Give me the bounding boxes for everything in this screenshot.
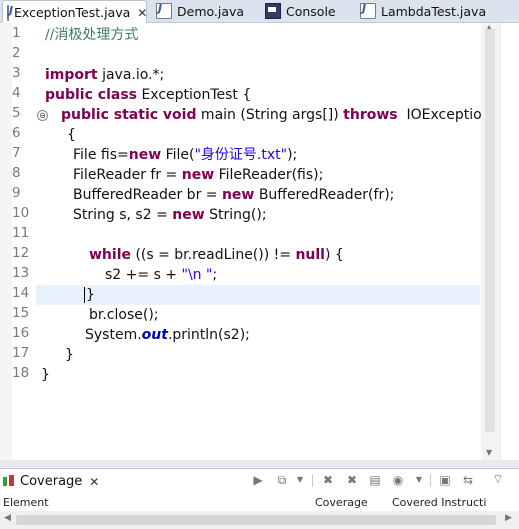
line-number: 3 [12, 65, 21, 81]
line-number: 18 [12, 365, 30, 381]
tab-label: ExceptionTest.java [14, 5, 131, 20]
column-header-covered-instructions[interactable]: Covered Instructi [392, 496, 492, 509]
chevron-down-icon[interactable]: ▼ [412, 473, 426, 487]
code-text-area[interactable]: //消极处理方式 import java.io.*; public class … [36, 23, 491, 460]
line-number: 4 [12, 85, 21, 101]
code-line: } [65, 347, 74, 363]
code-line: //消极处理方式 [45, 27, 139, 43]
code-line: public static void main (String args[]) … [61, 107, 491, 123]
collapse-all-icon[interactable]: ▣ [438, 473, 452, 487]
line-number: 10 [12, 205, 30, 221]
java-file-icon [7, 4, 13, 21]
line-number: 5 [12, 105, 21, 121]
java-file-icon [360, 2, 376, 19]
code-line: public class ExceptionTest { [45, 87, 252, 103]
scrollbar-thumb[interactable] [16, 515, 496, 525]
horizontal-scrollbar[interactable]: ◀ ▶ [0, 511, 519, 529]
column-header-coverage[interactable]: Coverage [315, 496, 373, 509]
column-header-element[interactable]: Element [3, 496, 49, 509]
dump-data-icon[interactable]: ◉ [391, 473, 405, 487]
line-number: 14 [12, 285, 30, 301]
remove-session-icon[interactable]: ✖ [321, 473, 335, 487]
code-line: br.close(); [89, 307, 159, 323]
tab-label: LambdaTest.java [381, 3, 487, 19]
text-caret [84, 287, 85, 303]
code-line: BufferedReader br = new BufferedReader(f… [73, 187, 395, 203]
toolbar-separator [312, 474, 313, 487]
relaunch-icon[interactable]: ▶ [251, 473, 265, 487]
code-line: { [67, 127, 76, 143]
line-number: 9 [12, 185, 21, 201]
session-dropdown-icon[interactable]: ⧉ [275, 473, 289, 487]
tab-console[interactable]: Console [265, 0, 336, 22]
line-number: 6 [12, 125, 21, 141]
remove-all-sessions-icon[interactable]: ✖ [345, 473, 359, 487]
tab-lambdatest-java[interactable]: LambdaTest.java [360, 0, 486, 22]
code-line: while ((s = br.readLine()) != null) { [89, 247, 344, 263]
scroll-left-icon[interactable]: ◀ [4, 513, 11, 523]
scrollbar-thumb[interactable] [485, 29, 495, 432]
tab-label: Console [286, 3, 336, 19]
annotation-ruler [0, 23, 12, 460]
close-icon[interactable]: ✕ [137, 6, 147, 20]
line-number: 13 [12, 265, 30, 281]
tab-exceptiontest-java[interactable]: ExceptionTest.java ✕ [2, 0, 147, 24]
coverage-table-header: Element Coverage Covered Instructi [0, 493, 519, 511]
line-number: 16 [12, 325, 30, 341]
line-number: 2 [12, 45, 21, 61]
chevron-down-icon[interactable]: ▼ [293, 473, 307, 487]
scroll-down-icon[interactable]: ▼ [486, 448, 492, 457]
code-line: s2 += s + "\n "; [105, 267, 218, 283]
overview-ruler [500, 23, 519, 460]
code-line: } [41, 367, 50, 383]
line-number: 7 [12, 145, 21, 161]
vertical-scrollbar[interactable]: ▲ ▼ [481, 23, 500, 460]
view-separator[interactable] [0, 460, 519, 468]
line-number: 17 [12, 345, 30, 361]
link-with-selection-icon[interactable]: ⇆ [461, 473, 475, 487]
tab-label: Demo.java [177, 3, 245, 19]
code-line: String s, s2 = new String(); [73, 207, 267, 223]
line-number-gutter: 1 2 3 4 5 6 7 8 9 10 11 12 13 14 15 16 1… [12, 23, 48, 460]
code-line: File fis=new File("身份证号.txt"); [73, 147, 298, 163]
code-line: System.out.println(s2); [85, 327, 250, 343]
tab-coverage[interactable]: Coverage ✕ [0, 469, 99, 494]
view-menu-icon[interactable]: ▽ [491, 473, 505, 487]
java-file-icon [156, 2, 172, 19]
line-number: 12 [12, 245, 30, 261]
tab-label: Coverage [20, 474, 83, 489]
console-icon [265, 3, 281, 19]
code-editor[interactable]: 1 2 3 4 5 6 7 8 9 10 11 12 13 14 15 16 1… [0, 23, 519, 460]
coverage-view-toolbar: Coverage ✕ ▶ ⧉ ▼ ✖ ✖ ▤ ◉ ▼ ▣ ⇆ ▽ [0, 468, 519, 494]
editor-tab-bar: ExceptionTest.java ✕ Demo.java Console L… [0, 0, 519, 24]
line-number: 1 [12, 25, 21, 41]
line-number: 15 [12, 305, 30, 321]
coverage-icon [3, 475, 16, 488]
merge-sessions-icon[interactable]: ▤ [368, 473, 382, 487]
code-line-current: } [36, 285, 480, 305]
line-number: 8 [12, 165, 21, 181]
close-icon[interactable]: ✕ [89, 475, 99, 489]
code-line: import java.io.*; [45, 67, 165, 83]
toolbar-separator [430, 474, 431, 487]
code-line: FileReader fr = new FileReader(fis); [73, 167, 324, 183]
line-number: 11 [12, 225, 30, 241]
scroll-right-icon[interactable]: ▶ [505, 513, 512, 523]
tab-demo-java[interactable]: Demo.java [156, 0, 244, 22]
